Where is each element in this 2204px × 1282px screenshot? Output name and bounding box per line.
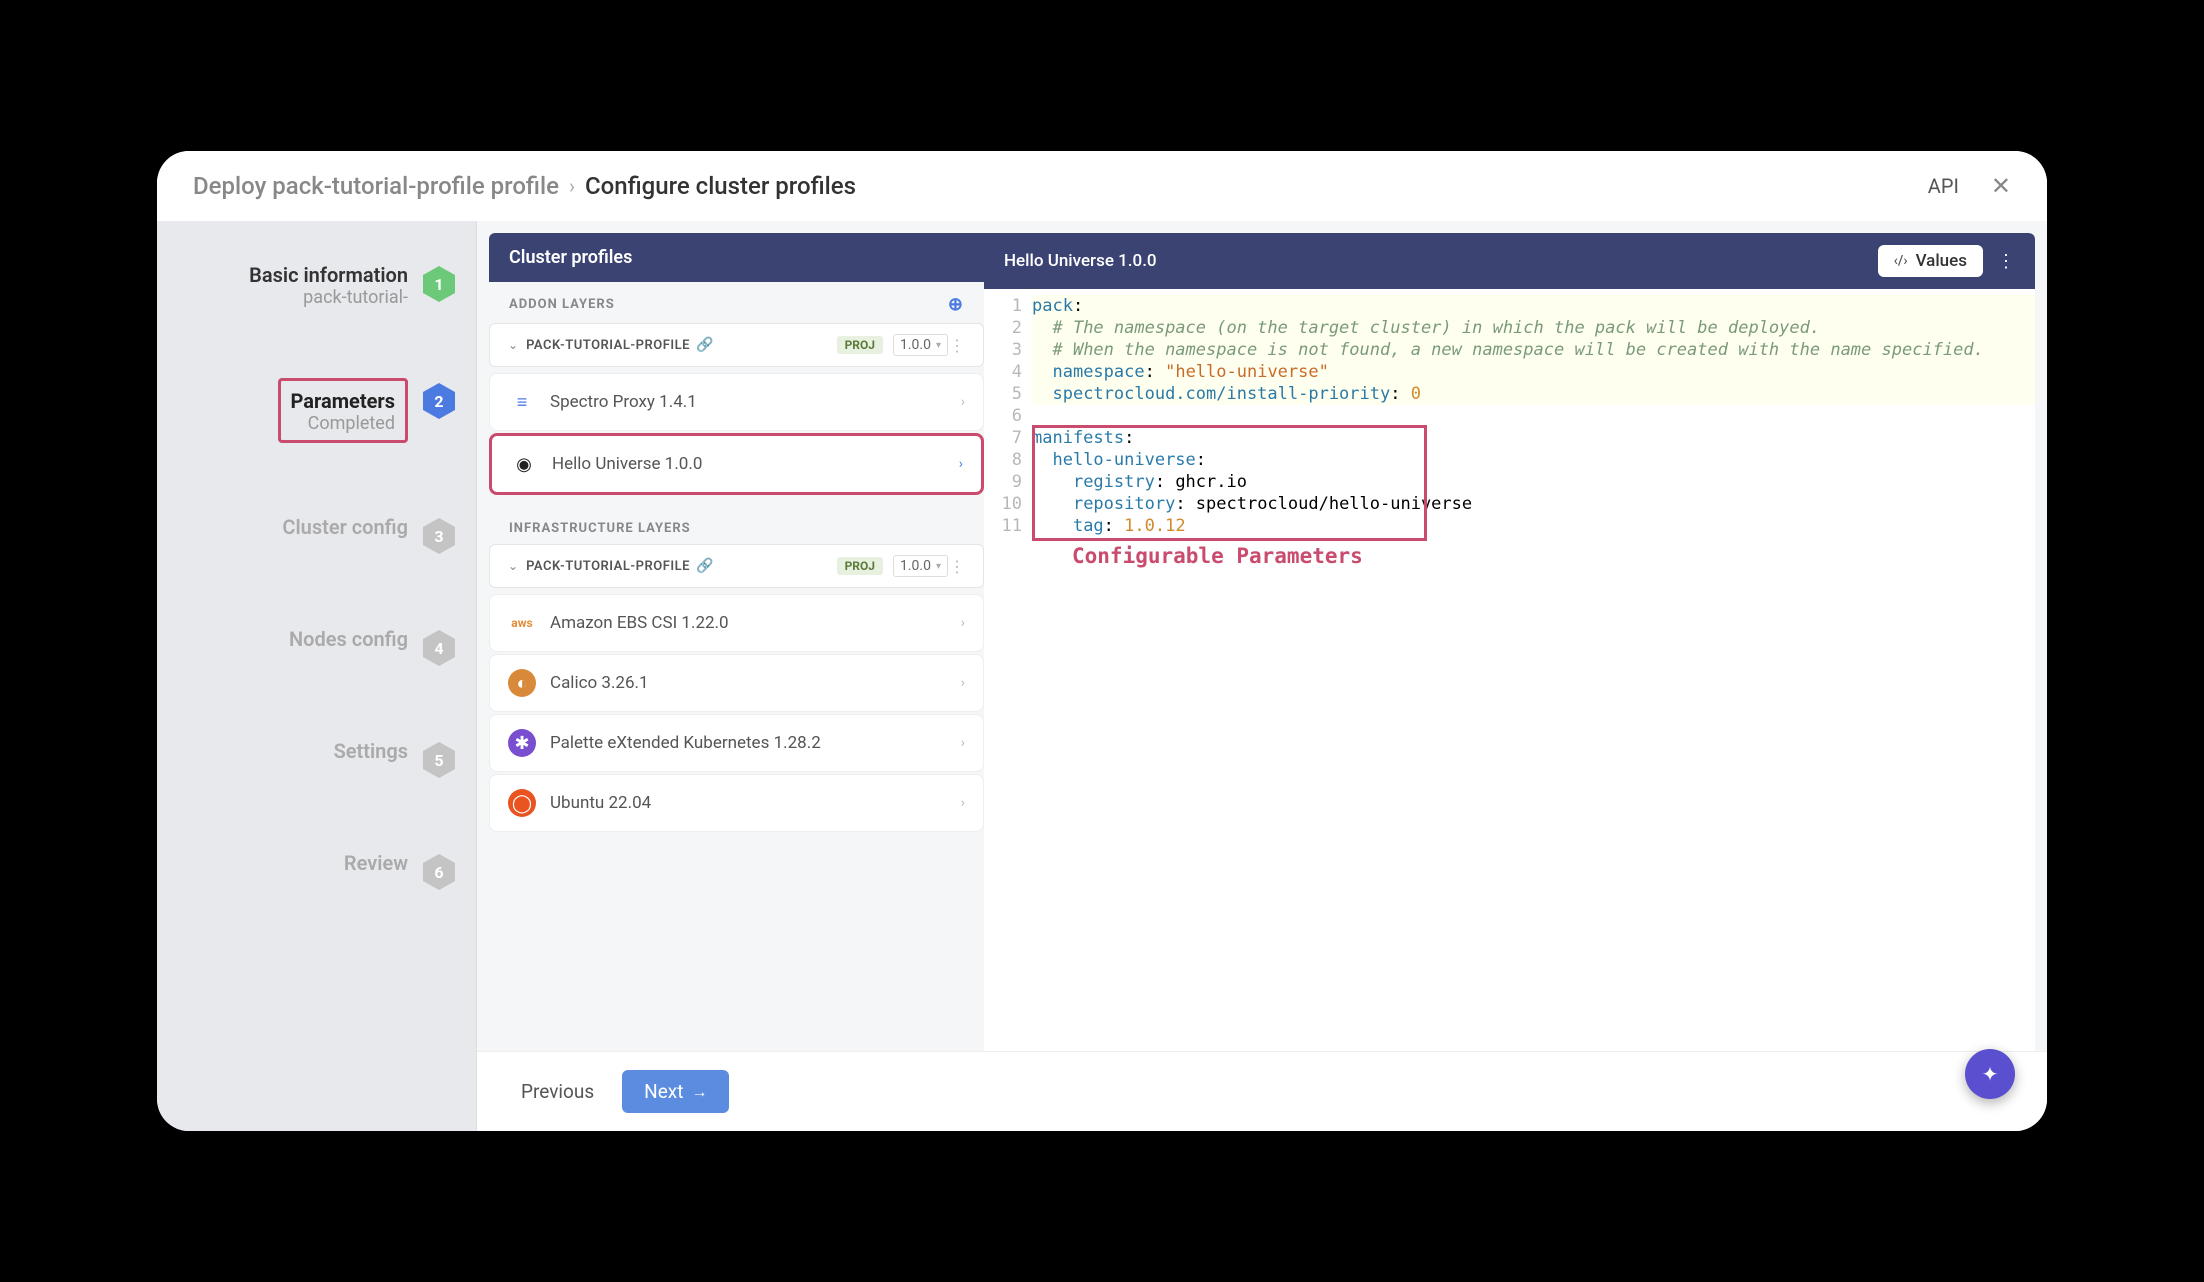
ubuntu-icon: ◯ <box>508 789 536 817</box>
step-title: Settings <box>334 739 408 763</box>
k8s-icon: ✱ <box>508 729 536 757</box>
step-hex-icon: 5 <box>422 741 456 779</box>
layer-name: Spectro Proxy 1.4.1 <box>550 392 697 412</box>
breadcrumb-current: Configure cluster profiles <box>585 172 856 200</box>
step-hex-icon: 1 <box>422 265 456 303</box>
main-panel: Cluster profiles ADDON LAYERS ⊕ ⌄ PACK-T… <box>477 221 2047 1131</box>
wizard-step-3[interactable]: Cluster config 3 <box>157 513 476 555</box>
infra-layers-label: INFRASTRUCTURE LAYERS <box>489 509 984 544</box>
wizard-step-1[interactable]: Basic informationpack-tutorial- 1 <box>157 261 476 308</box>
help-fab[interactable]: ✦ <box>1965 1049 2015 1099</box>
layer-item[interactable]: ◯ Ubuntu 22.04 › <box>489 774 984 832</box>
pack-editor-header: Hello Universe 1.0.0 ‹/› Values ⋮ <box>984 233 2035 289</box>
previous-button[interactable]: Previous <box>507 1072 608 1111</box>
wizard-sidebar: Basic informationpack-tutorial- 1 Paramete… <box>157 221 477 1131</box>
layers-icon: ≡ <box>508 388 536 416</box>
code-line: # The namespace (on the target cluster) … <box>1032 317 2035 339</box>
header: Deploy pack-tutorial-profile profile › C… <box>157 151 2047 221</box>
version-select[interactable]: 1.0.0 <box>893 555 948 577</box>
layer-item[interactable]: ✱ Palette eXtended Kubernetes 1.28.2 › <box>489 714 984 772</box>
globe-icon: ◉ <box>510 450 538 478</box>
yaml-editor[interactable]: 1234567891011 pack: # The namespace (on … <box>984 289 2035 1051</box>
add-addon-icon[interactable]: ⊕ <box>948 294 964 315</box>
layer-name: Hello Universe 1.0.0 <box>552 454 702 474</box>
code-line: manifests: <box>1032 427 2035 449</box>
infra-profile-row[interactable]: ⌄ PACK-TUTORIAL-PROFILE 🔗 PROJ 1.0.0 ▾ ⋮ <box>489 544 984 588</box>
chevron-right-icon: › <box>961 615 965 631</box>
chevron-right-icon: › <box>961 394 965 410</box>
step-subtitle: pack-tutorial- <box>249 287 408 308</box>
code-line: registry: ghcr.io <box>1032 471 2035 493</box>
close-icon[interactable]: ✕ <box>1991 172 2011 200</box>
arrow-right-icon: → <box>691 1082 707 1102</box>
layer-name: Palette eXtended Kubernetes 1.28.2 <box>550 733 821 753</box>
layer-name: Ubuntu 22.04 <box>550 793 651 813</box>
more-icon[interactable]: ⋮ <box>1997 251 2015 272</box>
pack-title: Hello Universe 1.0.0 <box>1004 251 1157 271</box>
next-button[interactable]: Next → <box>622 1070 729 1113</box>
step-hex-icon: 3 <box>422 517 456 555</box>
code-line: repository: spectrocloud/hello-universe <box>1032 493 2035 515</box>
breadcrumb-prefix[interactable]: Deploy pack-tutorial-profile profile <box>193 172 559 200</box>
wizard-step-2[interactable]: ParametersCompleted 2 <box>157 378 476 443</box>
code-line: tag: 1.0.12 <box>1032 515 2035 537</box>
chevron-right-icon: › <box>959 456 963 472</box>
step-title: Basic information <box>249 263 408 287</box>
proj-badge: PROJ <box>837 336 883 354</box>
cluster-profiles-title: Cluster profiles <box>489 233 984 282</box>
step-title: Parameters <box>291 389 395 413</box>
step-subtitle: Completed <box>291 413 395 434</box>
code-line: spectrocloud.com/install-priority: 0 <box>1032 383 2035 405</box>
wizard-step-6[interactable]: Review 6 <box>157 849 476 891</box>
step-hex-icon: 4 <box>422 629 456 667</box>
cursor-icon: ✦ <box>1982 1062 1999 1086</box>
layer-item[interactable]: ◉ Hello Universe 1.0.0 › <box>489 433 984 495</box>
layer-name: Calico 3.26.1 <box>550 673 649 693</box>
chevron-down-icon: ⌄ <box>508 338 518 352</box>
app-window: Deploy pack-tutorial-profile profile › C… <box>157 151 2047 1131</box>
step-title: Nodes config <box>289 627 408 651</box>
api-link[interactable]: API <box>1928 174 1959 198</box>
version-select[interactable]: 1.0.0 <box>893 334 948 356</box>
code-line <box>1032 405 2035 427</box>
pack-editor-panel: Hello Universe 1.0.0 ‹/› Values ⋮ 123456… <box>984 233 2035 1051</box>
layer-item[interactable]: aws Amazon EBS CSI 1.22.0 › <box>489 594 984 652</box>
chevron-right-icon: › <box>961 795 965 811</box>
code-icon: ‹/› <box>1894 253 1908 269</box>
more-icon[interactable]: ⋮ <box>949 557 965 576</box>
chevron-down-icon: ⌄ <box>508 559 518 573</box>
layer-item[interactable]: ◐ Calico 3.26.1 › <box>489 654 984 712</box>
step-highlight-box: ParametersCompleted <box>278 378 408 443</box>
wizard-footer: Previous Next → <box>477 1051 2047 1131</box>
code-line: # When the namespace is not found, a new… <box>1032 339 2035 361</box>
wizard-step-4[interactable]: Nodes config 4 <box>157 625 476 667</box>
step-title: Review <box>344 851 408 875</box>
addon-profile-row[interactable]: ⌄ PACK-TUTORIAL-PROFILE 🔗 PROJ 1.0.0 ▾ ⋮ <box>489 323 984 367</box>
proj-badge: PROJ <box>837 557 883 575</box>
param-highlight-label: Configurable Parameters <box>1072 545 1363 567</box>
values-button[interactable]: ‹/› Values <box>1878 245 1983 277</box>
breadcrumb-separator: › <box>569 174 575 198</box>
link-icon: 🔗 <box>696 337 713 353</box>
step-hex-icon: 6 <box>422 853 456 891</box>
cluster-profiles-panel: Cluster profiles ADDON LAYERS ⊕ ⌄ PACK-T… <box>489 233 984 1051</box>
chevron-right-icon: › <box>961 675 965 691</box>
more-icon[interactable]: ⋮ <box>949 336 965 355</box>
wizard-step-5[interactable]: Settings 5 <box>157 737 476 779</box>
layer-item[interactable]: ≡ Spectro Proxy 1.4.1 › <box>489 373 984 431</box>
aws-icon: aws <box>508 609 536 637</box>
chevron-right-icon: › <box>961 735 965 751</box>
layer-name: Amazon EBS CSI 1.22.0 <box>550 613 729 633</box>
code-line: hello-universe: <box>1032 449 2035 471</box>
step-title: Cluster config <box>282 515 408 539</box>
calico-icon: ◐ <box>508 669 536 697</box>
code-line: pack: <box>1032 295 2035 317</box>
step-hex-icon: 2 <box>422 382 456 420</box>
addon-layers-label: ADDON LAYERS ⊕ <box>489 282 984 323</box>
code-line: namespace: "hello-universe" <box>1032 361 2035 383</box>
link-icon: 🔗 <box>696 558 713 574</box>
